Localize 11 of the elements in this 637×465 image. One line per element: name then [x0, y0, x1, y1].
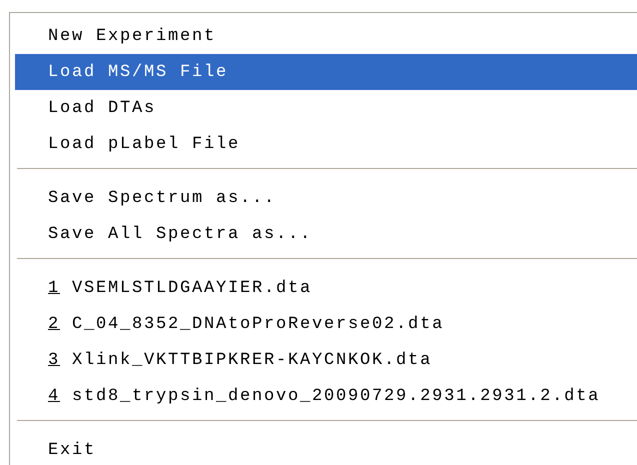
menu-item[interactable]: 1 VSEMLSTLDGAAYIER.dta — [15, 270, 637, 306]
menu-item[interactable]: New Experiment — [15, 18, 637, 54]
menu-item[interactable]: 2 C_04_8352_DNAtoProReverse02.dta — [15, 306, 637, 342]
menu-item[interactable]: Load pLabel File — [15, 126, 637, 162]
menu-item[interactable]: Save Spectrum as... — [15, 180, 637, 216]
menu-item[interactable]: Save All Spectra as... — [15, 216, 637, 252]
menu-item[interactable]: 3 Xlink_VKTTBIPKRER-KAYCNKOK.dta — [15, 342, 637, 378]
menu-item[interactable]: Load DTAs — [15, 90, 637, 126]
menu-item[interactable]: 4 std8_trypsin_denovo_20090729.2931.2931.2.dta — [15, 378, 637, 414]
menu-item[interactable]: Load MS/MS File — [15, 54, 637, 90]
menu-item[interactable]: Exit — [15, 432, 637, 465]
